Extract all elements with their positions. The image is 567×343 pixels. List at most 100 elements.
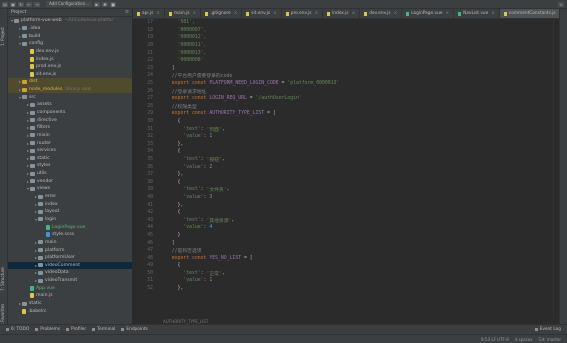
tree-item[interactable]: index.js — [8, 55, 132, 63]
tree-item[interactable]: ▸router — [8, 139, 132, 147]
code-line[interactable]: 30 { — [133, 118, 553, 126]
code-line[interactable]: 24 //平台用户需要登录的code — [133, 72, 553, 80]
tree-item[interactable]: ▾platform-vue-web~/UiCode/vue-platfor — [8, 17, 132, 25]
code-line[interactable]: 33 }, — [133, 141, 553, 149]
code-line[interactable]: 38 { — [133, 178, 553, 186]
tree-item[interactable]: ▸assets — [8, 101, 132, 109]
folder-open-icon[interactable]: ▤ — [2, 2, 8, 7]
debug-icon[interactable]: ✱ — [102, 2, 108, 7]
bottom-tool-button[interactable]: Endpoints — [121, 327, 147, 332]
tree-item[interactable]: ▸components — [8, 109, 132, 117]
tree-item[interactable]: ▸styles — [8, 162, 132, 170]
search-icon[interactable]: ⌕ — [558, 2, 564, 7]
editor-tab[interactable]: .gitignore× — [201, 9, 242, 18]
code-line[interactable]: 42 { — [133, 209, 553, 217]
code-line[interactable]: 22 '0000008' — [133, 57, 553, 65]
tree-item[interactable]: dev.env.js — [8, 48, 132, 56]
code-line[interactable]: 17 '501', — [133, 19, 553, 27]
bottom-tool-button[interactable]: Terminal — [92, 327, 115, 332]
code-line[interactable]: 18 '0000007', — [133, 27, 553, 35]
editor-tab[interactable]: api.js× — [133, 9, 165, 18]
close-icon[interactable]: × — [314, 9, 318, 18]
code-line[interactable]: 29 export const AUTHORITY_TYPE_LIST = [ — [133, 110, 553, 118]
close-icon[interactable]: × — [491, 9, 495, 18]
code-line[interactable]: 32 'value': 1 — [133, 133, 553, 141]
code-line[interactable]: 28 //权限类型 — [133, 103, 553, 111]
tree-item[interactable]: ▸node_moduleslibrary root — [8, 86, 132, 94]
editor-tab[interactable]: index.js× — [323, 9, 360, 18]
code-line[interactable]: 37 }, — [133, 171, 553, 179]
tree-item[interactable]: ▸error — [8, 193, 132, 201]
code-line[interactable]: 45 } — [133, 232, 553, 240]
status-item[interactable]: 4 spaces — [515, 337, 533, 342]
tree-item[interactable]: ▸build — [8, 32, 132, 40]
status-item[interactable]: Git: master — [538, 337, 561, 342]
tree-item[interactable]: ▸directive — [8, 116, 132, 124]
project-tool-button[interactable]: 1: Project — [0, 17, 7, 57]
code-line[interactable]: 50 'text': '正常', — [133, 270, 553, 278]
tree-item[interactable]: ▸services — [8, 147, 132, 155]
tree-item[interactable]: ▾login — [8, 216, 132, 224]
editor-tab[interactable]: commentConstants.js× — [500, 9, 559, 19]
tree-item[interactable]: ▸vendor — [8, 177, 132, 185]
code-line[interactable]: 20 '0000011', — [133, 42, 553, 50]
code-line[interactable]: 39 'text': '文件夹', — [133, 186, 553, 194]
close-icon[interactable]: × — [234, 9, 238, 18]
editor-tab[interactable]: dev.env.js× — [360, 9, 402, 18]
tree-item[interactable]: App.vue — [8, 284, 132, 292]
back-icon[interactable]: ← — [26, 2, 32, 7]
code-line[interactable]: 19 '0000012', — [133, 34, 553, 42]
bottom-tool-button[interactable]: Profiler — [66, 327, 86, 332]
tree-item[interactable]: ▾views — [8, 185, 132, 193]
code-line[interactable]: 31 'text': '页面', — [133, 125, 553, 133]
tree-item[interactable]: ▸static — [8, 155, 132, 163]
tree-item[interactable]: ▸index — [8, 200, 132, 208]
code-line[interactable]: 46 ] — [133, 239, 553, 247]
tree-item[interactable]: ▸utils — [8, 170, 132, 178]
tree-item[interactable]: ▸dist — [8, 78, 132, 86]
code-view[interactable]: 17 '501',18 '0000007',19 '0000012',20 '0… — [133, 19, 553, 318]
code-line[interactable]: 52 }, — [133, 285, 553, 293]
tree-item[interactable]: sit.env.js — [8, 70, 132, 78]
editor-tab[interactable]: pro.env.js× — [282, 9, 323, 18]
tree-item[interactable]: ▸layout — [8, 208, 132, 216]
code-line[interactable]: 44 'value': 4 — [133, 224, 553, 232]
refresh-icon[interactable]: ↻ — [18, 2, 24, 7]
tree-item[interactable]: style.scss — [8, 231, 132, 239]
tree-item[interactable]: ▸static — [8, 300, 132, 308]
editor-tab[interactable]: sit.env.js× — [242, 9, 281, 18]
close-icon[interactable]: × — [156, 9, 160, 18]
run-icon[interactable]: ▶ — [94, 2, 100, 7]
close-icon[interactable]: × — [394, 9, 398, 18]
gear-icon[interactable]: ⚙ — [125, 10, 129, 15]
code-line[interactable]: 23 ] — [133, 65, 553, 73]
code-line[interactable]: 21 '0000013', — [133, 49, 553, 57]
tree-item[interactable]: ▸videoData — [8, 269, 132, 277]
tree-item[interactable]: LoginPage.vue — [8, 223, 132, 231]
code-line[interactable]: 40 'value': 3 — [133, 194, 553, 202]
tree-item[interactable]: ▸platformUser — [8, 254, 132, 262]
code-line[interactable]: 25 export const PLATFORM_NEED_LOGIN_CODE… — [133, 80, 553, 88]
tree-item[interactable]: .babelrc — [8, 307, 132, 315]
code-line[interactable]: 41 }, — [133, 201, 553, 209]
code-line[interactable]: 47 //是和否选项 — [133, 247, 553, 255]
code-line[interactable]: 49 { — [133, 262, 553, 270]
close-icon[interactable]: × — [273, 9, 277, 18]
close-icon[interactable]: × — [193, 9, 197, 18]
tree-item[interactable]: ▾src — [8, 93, 132, 101]
code-line[interactable]: 34 { — [133, 148, 553, 156]
tree-item[interactable]: prod.env.js — [8, 63, 132, 71]
tree-item[interactable]: main.js — [8, 292, 132, 300]
code-line[interactable]: 27 export const LOGIN_REQ_URL = '/authUs… — [133, 95, 553, 103]
close-icon[interactable]: × — [445, 9, 449, 18]
structure-tool-button[interactable]: 7: Structure — [0, 259, 7, 299]
tree-item[interactable]: ▸.idea — [8, 25, 132, 33]
tree-item[interactable]: ▾config — [8, 40, 132, 48]
stop-icon[interactable]: ■ — [110, 2, 116, 7]
save-icon[interactable]: ▣ — [10, 2, 16, 7]
status-item[interactable]: 8:53 LF UTF-8 — [481, 337, 509, 342]
tree-item[interactable]: ▸videoTransmit — [8, 277, 132, 285]
editor-tab[interactable]: LoginPage.vue× — [402, 9, 454, 18]
code-line[interactable]: 36 'value': 2 — [133, 163, 553, 171]
tree-item[interactable]: ▸main — [8, 239, 132, 247]
